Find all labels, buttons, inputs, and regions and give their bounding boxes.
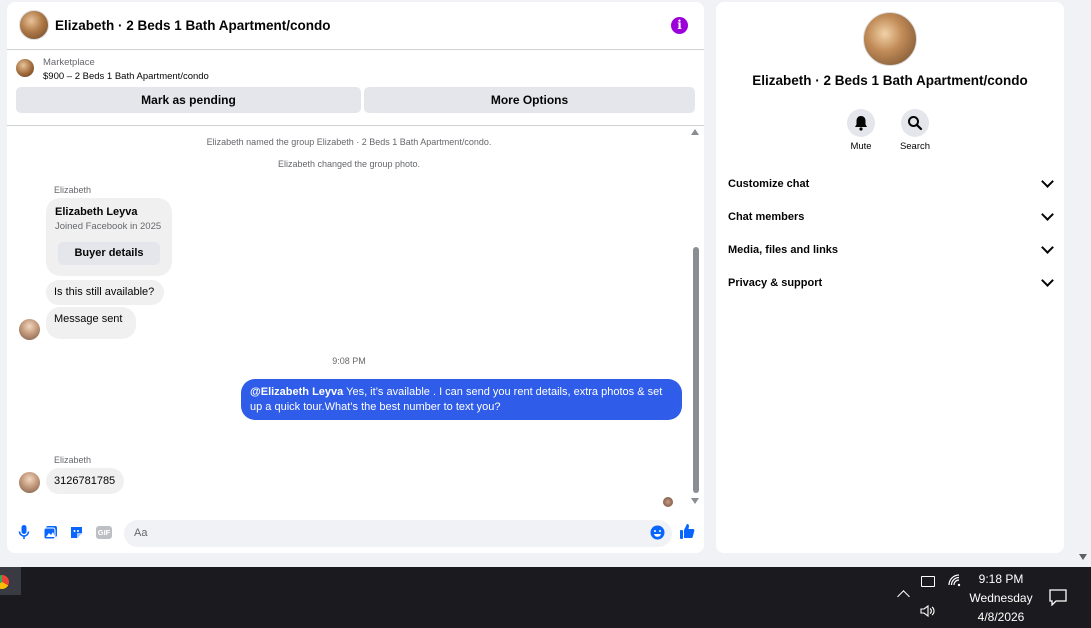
clock-day[interactable]: Wednesday [961, 591, 1041, 605]
buyer-details-button[interactable]: Buyer details [58, 242, 160, 265]
gif-icon[interactable]: GIF [96, 526, 112, 539]
timestamp: 9:08 PM [332, 356, 366, 366]
buyer-name: Elizabeth Leyva [55, 206, 138, 218]
mute-label: Mute [850, 141, 872, 152]
section-media-files-links[interactable]: Media, files and links [728, 241, 1054, 256]
chevron-down-icon [1041, 241, 1054, 254]
info-icon[interactable]: i [671, 17, 688, 34]
message-bubble[interactable]: Message sent [46, 307, 136, 339]
microphone-icon[interactable] [18, 524, 30, 543]
section-label: Customize chat [728, 178, 810, 190]
section-chat-members[interactable]: Chat members [728, 208, 1054, 223]
listing-price-title[interactable]: $900 – 2 Beds 1 Bath Apartment/condo [43, 71, 209, 82]
mark-as-pending-button[interactable]: Mark as pending [16, 87, 361, 113]
section-label: Media, files and links [728, 244, 839, 256]
chrome-taskbar-button[interactable] [0, 567, 21, 595]
chat-panel: Elizabeth · 2 Beds 1 Bath Apartment/cond… [7, 2, 704, 553]
more-options-button[interactable]: More Options [364, 87, 695, 113]
battery-icon[interactable] [921, 576, 935, 587]
info-title: Elizabeth · 2 Beds 1 Bath Apartment/cond… [752, 73, 1028, 88]
photo-icon[interactable] [43, 525, 58, 543]
sender-name: Elizabeth [54, 185, 92, 195]
mention[interactable]: @Elizabeth Leyva [250, 386, 343, 398]
clock-date[interactable]: 4/8/2026 [966, 610, 1036, 624]
scroll-thumb[interactable] [693, 247, 699, 493]
thumbs-up-icon[interactable] [679, 523, 695, 543]
wifi-icon[interactable] [947, 573, 961, 590]
bell-icon [855, 116, 867, 131]
section-privacy-support[interactable]: Privacy & support [728, 274, 1054, 289]
section-label: Chat members [728, 211, 805, 223]
message-bubble[interactable]: 3126781785 [46, 468, 124, 494]
chevron-down-icon [1041, 175, 1054, 188]
chat-title[interactable]: Elizabeth · 2 Beds 1 Bath Apartment/cond… [55, 18, 331, 33]
emoji-icon[interactable] [650, 525, 665, 543]
show-hidden-icons-icon[interactable] [897, 590, 910, 603]
chrome-icon [0, 575, 9, 589]
section-customize-chat[interactable]: Customize chat [728, 175, 1054, 190]
page-scroll-down-icon[interactable] [1079, 554, 1087, 560]
group-photo[interactable] [863, 12, 917, 66]
buyer-joined: Joined Facebook in 2025 [55, 221, 162, 232]
group-avatar[interactable] [19, 10, 49, 40]
volume-icon[interactable] [920, 604, 936, 621]
chevron-down-icon [1041, 208, 1054, 221]
message-input[interactable] [124, 520, 672, 547]
scroll-up-arrow-icon[interactable] [691, 129, 699, 135]
sender-avatar[interactable] [19, 319, 40, 340]
marketplace-label: Marketplace [43, 57, 95, 68]
scroll-down-arrow-icon[interactable] [691, 498, 699, 504]
sticker-icon[interactable] [69, 525, 84, 543]
sender-avatar[interactable] [19, 472, 40, 493]
message-input-placeholder: Aa [134, 527, 148, 539]
message-bubble[interactable]: Is this still available? [46, 280, 164, 305]
buyer-card: Elizabeth Leyva Joined Facebook in 2025 … [46, 198, 172, 276]
chat-info-panel: Elizabeth · 2 Beds 1 Bath Apartment/cond… [716, 2, 1064, 553]
listing-thumbnail[interactable] [16, 59, 34, 77]
clock-time[interactable]: 9:18 PM [966, 572, 1036, 586]
chat-header: Elizabeth · 2 Beds 1 Bath Apartment/cond… [7, 2, 704, 50]
section-label: Privacy & support [728, 277, 823, 289]
sender-name: Elizabeth [54, 455, 92, 465]
search-label: Search [899, 141, 931, 152]
mute-button[interactable] [847, 109, 875, 137]
notifications-icon[interactable] [1049, 589, 1067, 611]
chevron-down-icon [1041, 274, 1054, 287]
search-icon [908, 116, 923, 131]
taskbar: 9:18 PM Wednesday 4/8/2026 [0, 567, 1091, 628]
marketplace-listing-bar: Marketplace $900 – 2 Beds 1 Bath Apartme… [7, 50, 704, 126]
outgoing-message-bubble[interactable]: @Elizabeth Leyva Yes, it’s available . I… [241, 379, 682, 420]
search-button[interactable] [901, 109, 929, 137]
read-receipt-avatar [663, 497, 673, 507]
system-message: Elizabeth changed the group photo. [277, 159, 421, 169]
system-message: Elizabeth named the group Elizabeth · 2 … [206, 137, 492, 147]
